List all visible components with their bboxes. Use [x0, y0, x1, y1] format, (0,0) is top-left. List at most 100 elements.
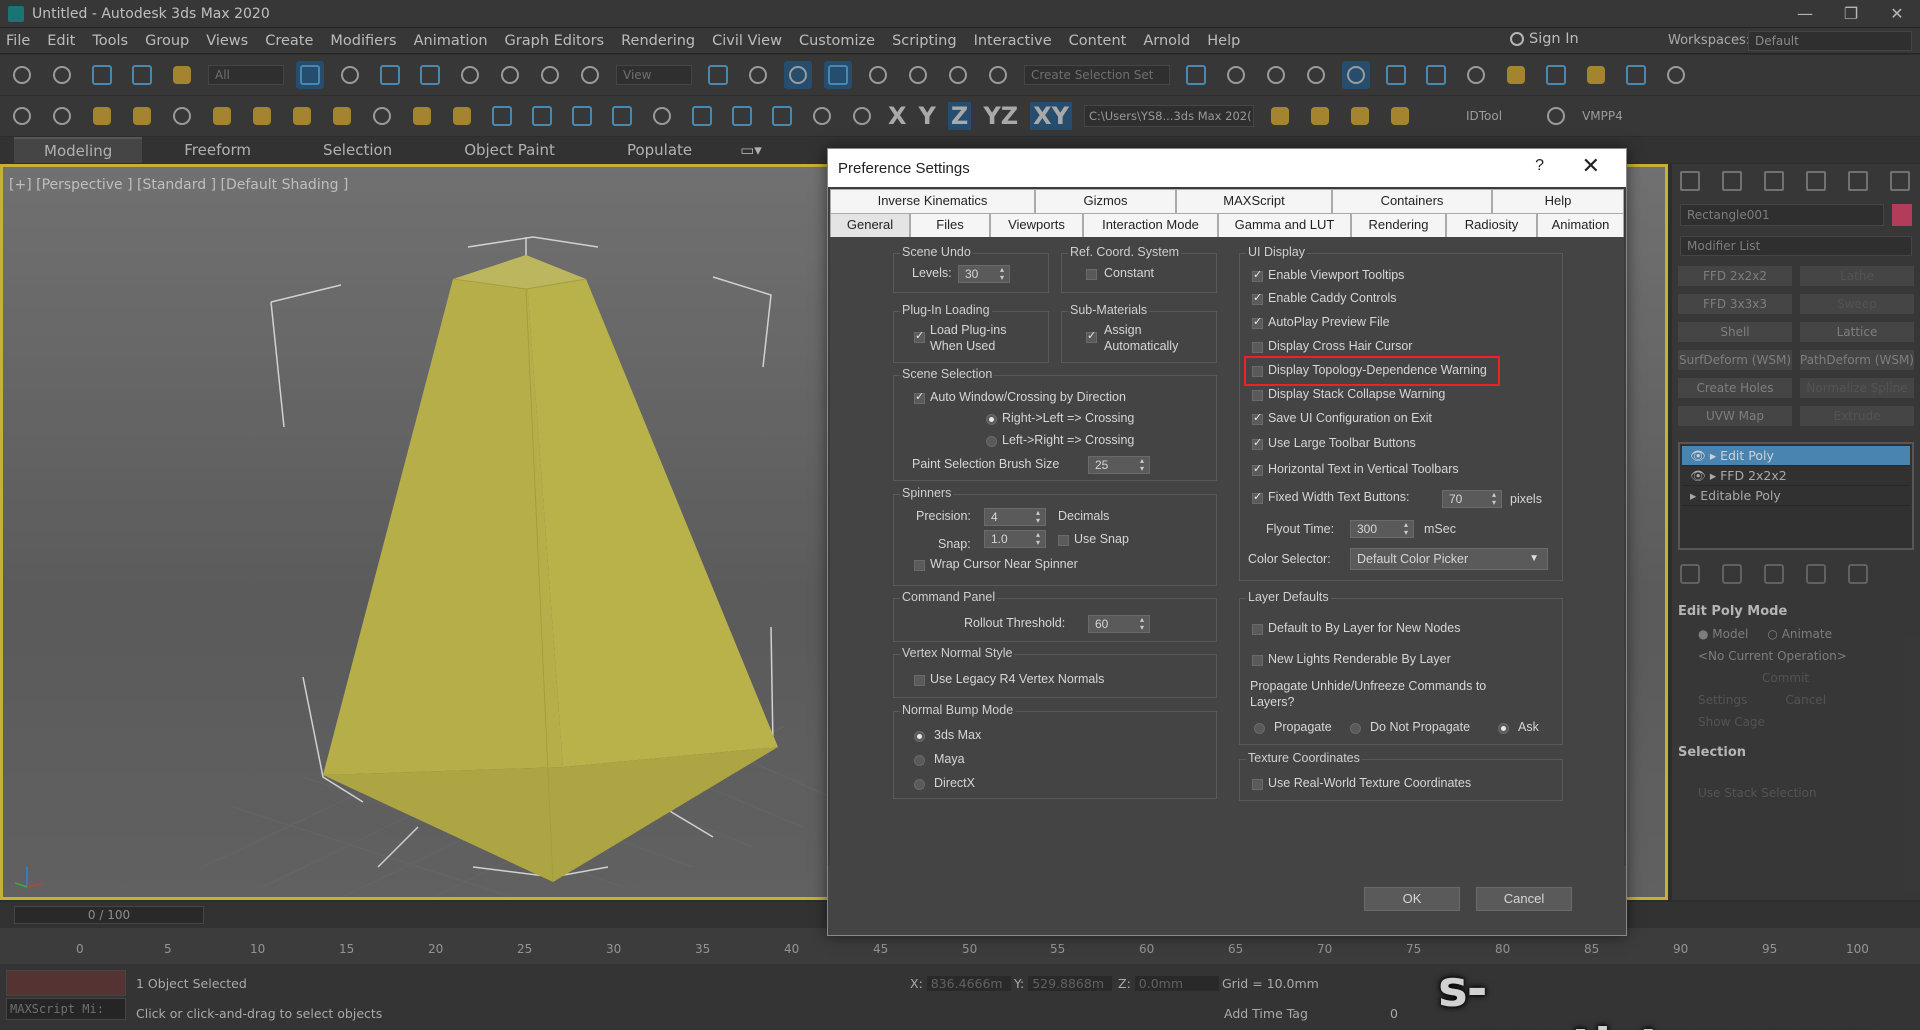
curve-editor-icon[interactable] [1382, 61, 1410, 89]
close-window-button[interactable]: ✕ [1874, 0, 1920, 28]
grid-layout-icon[interactable] [1662, 61, 1690, 89]
grid-sphere-icon[interactable] [488, 102, 516, 130]
minimize-button[interactable]: — [1782, 0, 1828, 28]
bump-directx-radio[interactable] [914, 779, 925, 790]
configure-sets-icon[interactable] [1848, 564, 1868, 584]
idtool-icon[interactable] [1542, 102, 1570, 130]
clone-icon[interactable] [808, 102, 836, 130]
menu-edit[interactable]: Edit [47, 33, 75, 49]
modifier-list-dropdown[interactable]: Modifier List [1680, 236, 1912, 256]
object-name-field[interactable]: Rectangle001 [1680, 204, 1884, 226]
constant-checkbox[interactable] [1086, 269, 1097, 280]
large-toolbar-buttons-checkbox[interactable] [1252, 436, 1263, 450]
crown-icon[interactable] [328, 102, 356, 130]
torus-icon[interactable] [288, 102, 316, 130]
ask-radio[interactable] [1498, 723, 1509, 734]
modifier-button[interactable]: FFD 2x2x2 [1678, 266, 1792, 286]
modifier-button[interactable]: SurfDeform (WSM) [1678, 350, 1792, 370]
tab-animation[interactable]: Animation [1537, 213, 1624, 237]
move-icon[interactable] [456, 61, 484, 89]
tab-maxscript[interactable]: MAXScript [1176, 189, 1332, 213]
tab-interaction-mode[interactable]: Interaction Mode [1083, 213, 1218, 237]
ribbon-toggle-icon[interactable] [1342, 61, 1370, 89]
default-by-layer-checkbox[interactable] [1252, 624, 1263, 635]
light-bulb-icon[interactable] [128, 102, 156, 130]
rendered-frame-window-icon[interactable] [1542, 61, 1570, 89]
fixed-width-spinner[interactable]: 70 [1442, 490, 1502, 508]
idtool-label[interactable]: IDTool [1466, 109, 1502, 123]
viewport-tooltips-checkbox[interactable] [1252, 268, 1263, 282]
use-snap-checkbox[interactable] [1058, 535, 1069, 546]
legacy-normals-checkbox[interactable] [914, 675, 925, 686]
sign-in-button[interactable]: Sign In [1510, 31, 1579, 47]
motion-tab-icon[interactable] [1806, 171, 1826, 191]
tab-gizmos[interactable]: Gizmos [1035, 189, 1176, 213]
tab-freeform[interactable]: Freeform [154, 138, 281, 162]
edit-poly-mode-rollout[interactable]: Edit Poly Mode [1678, 604, 1914, 619]
viewport-label[interactable]: [+] [Perspective ] [Standard ] [Default … [9, 177, 348, 193]
selection-filter-dropdown[interactable]: All [208, 65, 284, 85]
workspace-dropdown[interactable]: Default [1748, 31, 1912, 51]
folder-icon[interactable] [1266, 102, 1294, 130]
selection-rollout[interactable]: Selection [1678, 745, 1914, 760]
hierarchy-tab-icon[interactable] [1764, 171, 1784, 191]
menu-file[interactable]: File [6, 33, 30, 49]
keyboard-shortcut-override-icon[interactable] [784, 61, 812, 89]
box-primitive-icon[interactable] [208, 102, 236, 130]
folder-export-icon[interactable] [1386, 102, 1414, 130]
tab-gamma-and-lut[interactable]: Gamma and LUT [1218, 213, 1351, 237]
real-world-coords-checkbox[interactable] [1252, 779, 1263, 790]
ok-button[interactable]: OK [1364, 887, 1460, 911]
axis-yz-button[interactable]: YZ [983, 102, 1018, 130]
folder-open-icon[interactable] [1306, 102, 1334, 130]
autoplay-preview-checkbox[interactable] [1252, 315, 1263, 329]
render-box-icon[interactable] [768, 102, 796, 130]
propagate-radio[interactable] [1254, 723, 1265, 734]
cone-icon[interactable] [368, 102, 396, 130]
tab-inverse-kinematics[interactable]: Inverse Kinematics [830, 189, 1035, 213]
bind-space-warp-icon[interactable] [168, 61, 196, 89]
modifier-button[interactable]: Normalize Spline [1800, 378, 1914, 398]
angle-snap-icon[interactable] [864, 61, 892, 89]
lights-renderable-checkbox[interactable] [1252, 655, 1263, 666]
z-coordinate[interactable]: Z: 0.0mm [1118, 976, 1219, 991]
sun-icon[interactable] [408, 102, 436, 130]
modifier-button[interactable]: PathDeform (WSM) [1800, 350, 1914, 370]
mesh-icon[interactable] [568, 102, 596, 130]
window-crossing-icon[interactable] [416, 61, 444, 89]
left-right-radio[interactable] [986, 436, 997, 447]
load-plugins-checkbox[interactable] [914, 329, 925, 343]
model-radio[interactable]: ● Model ○ Animate [1698, 627, 1914, 641]
modifier-button[interactable]: FFD 3x3x3 [1678, 294, 1792, 314]
menu-views[interactable]: Views [206, 33, 248, 49]
dialog-help-button[interactable]: ? [1535, 157, 1544, 175]
image-icon[interactable] [88, 102, 116, 130]
teapot-icon[interactable] [8, 102, 36, 130]
axis-z-button[interactable]: Z [947, 102, 972, 130]
precision-spinner[interactable]: 4 [984, 508, 1046, 526]
camera-lens-icon[interactable] [848, 102, 876, 130]
tab-help[interactable]: Help [1492, 189, 1624, 213]
rectangular-selection-icon[interactable] [376, 61, 404, 89]
select-manipulate-icon[interactable] [744, 61, 772, 89]
tab-rendering[interactable]: Rendering [1351, 213, 1446, 237]
make-unique-icon[interactable] [1764, 564, 1784, 584]
maxscript-mini-listener[interactable]: MAXScript Mi: [6, 998, 126, 1020]
snap-toggle-icon[interactable] [824, 61, 852, 89]
tab-modeling[interactable]: Modeling [14, 137, 143, 163]
menu-customize[interactable]: Customize [799, 33, 875, 49]
reference-coordinate-dropdown[interactable]: View [616, 65, 692, 85]
pivot-icon[interactable] [704, 61, 732, 89]
tab-viewports[interactable]: Viewports [990, 213, 1083, 237]
ribbon-options-icon[interactable]: ▭▾ [734, 138, 768, 162]
caddy-controls-checkbox[interactable] [1252, 291, 1263, 305]
dialog-close-button[interactable]: ✕ [1582, 153, 1600, 179]
stack-collapse-warning-checkbox[interactable] [1252, 390, 1263, 401]
remove-modifier-icon[interactable] [1806, 564, 1826, 584]
modifier-button[interactable]: UVW Map [1678, 406, 1792, 426]
tab-radiosity[interactable]: Radiosity [1446, 213, 1537, 237]
stack-item-ffd[interactable]: 👁 ▸ FFD 2x2x2 [1682, 466, 1910, 486]
x-coordinate[interactable]: X: 836.4666m [910, 976, 1011, 991]
settings-button[interactable]: Settings Cancel [1698, 693, 1914, 707]
save-ui-config-checkbox[interactable] [1252, 411, 1263, 425]
